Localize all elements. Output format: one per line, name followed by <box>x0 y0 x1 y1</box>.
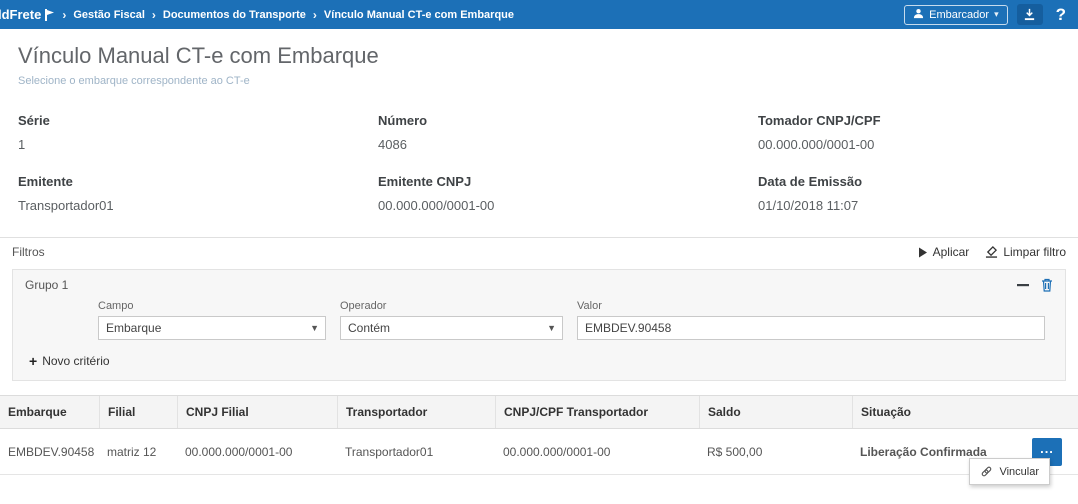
user-menu-label: Embarcador <box>929 9 989 21</box>
field-serie: Série 1 <box>18 113 378 152</box>
help-button[interactable]: ? <box>1052 5 1070 25</box>
cell-embarque: EMBDEV.90458 <box>0 445 99 459</box>
clear-filter-button[interactable]: Limpar filtro <box>985 245 1066 259</box>
link-icon <box>980 465 993 478</box>
breadcrumb-item[interactable]: Gestão Fiscal <box>73 9 145 21</box>
minus-icon <box>1017 283 1029 287</box>
trash-icon <box>1041 278 1053 292</box>
field-emitente-cnpj: Emitente CNPJ 00.000.000/0001-00 <box>378 174 758 213</box>
field-label: Número <box>378 113 758 128</box>
field-value: 00.000.000/0001-00 <box>758 137 1060 152</box>
cell-saldo: R$ 500,00 <box>699 445 852 459</box>
page-title: Vínculo Manual CT-e com Embarque <box>18 43 1078 69</box>
collapse-group-button[interactable] <box>1017 283 1029 287</box>
eraser-icon <box>985 246 998 258</box>
campo-control: Campo Embarque ▼ <box>98 300 326 340</box>
valor-label: Valor <box>577 300 1045 312</box>
cell-cnpj-filial: 00.000.000/0001-00 <box>177 445 337 459</box>
column-header[interactable]: Embarque <box>0 396 99 428</box>
apply-filter-button[interactable]: Aplicar <box>918 245 970 259</box>
user-icon <box>913 8 924 22</box>
breadcrumb-item[interactable]: Vínculo Manual CT-e com Embarque <box>324 9 514 21</box>
column-header[interactable]: CNPJ Filial <box>177 396 337 428</box>
chevron-down-icon: ▼ <box>310 323 319 333</box>
filters-bar: Filtros Aplicar Limpar filtro <box>0 237 1078 265</box>
field-value: Transportador01 <box>18 198 378 213</box>
topbar-actions: Embarcador ▾ ? <box>904 4 1070 25</box>
column-header[interactable]: Filial <box>99 396 177 428</box>
operador-control: Operador Contém ▼ <box>340 300 563 340</box>
download-icon <box>1023 8 1036 21</box>
filter-group-panel: Grupo 1 Campo Embarque ▼ Operador <box>12 269 1066 381</box>
filter-group-header: Grupo 1 <box>13 270 1065 294</box>
app-logo-text: ldFrete <box>0 7 41 22</box>
chevron-right-icon: › <box>313 8 317 22</box>
field-emitente: Emitente Transportador01 <box>18 174 378 213</box>
breadcrumb-item[interactable]: Documentos do Transporte <box>163 9 306 21</box>
cell-filial: matriz 12 <box>99 445 177 459</box>
field-data-emissao: Data de Emissão 01/10/2018 11:07 <box>758 174 1060 213</box>
play-icon <box>918 247 928 258</box>
column-header[interactable]: Saldo <box>699 396 852 428</box>
vincular-menu-item[interactable]: Vincular <box>969 458 1050 485</box>
field-label: Tomador CNPJ/CPF <box>758 113 1060 128</box>
cell-cnpj-transportador: 00.000.000/0001-00 <box>495 445 699 459</box>
campo-label: Campo <box>98 300 326 312</box>
flag-icon <box>44 9 54 21</box>
breadcrumb: › Gestão Fiscal › Documentos do Transpor… <box>62 8 904 22</box>
filter-criteria-row: Campo Embarque ▼ Operador Contém ▼ Valor <box>13 294 1065 342</box>
page: ldFrete › Gestão Fiscal › Documentos do … <box>0 0 1078 504</box>
chevron-right-icon: › <box>62 8 66 22</box>
delete-group-button[interactable] <box>1041 278 1053 292</box>
valor-input[interactable] <box>577 316 1045 340</box>
valor-control: Valor <box>577 300 1053 340</box>
field-numero: Número 4086 <box>378 113 758 152</box>
column-header[interactable]: CNPJ/CPF Transportador <box>495 396 699 428</box>
download-button[interactable] <box>1017 4 1043 25</box>
apply-filter-label: Aplicar <box>933 245 970 259</box>
filter-group-title: Grupo 1 <box>25 278 68 292</box>
table-row[interactable]: EMBDEV.90458 matriz 12 00.000.000/0001-0… <box>0 429 1078 475</box>
field-label: Emitente CNPJ <box>378 174 758 189</box>
campo-select[interactable]: Embarque ▼ <box>98 316 326 340</box>
field-value: 1 <box>18 137 378 152</box>
filters-title: Filtros <box>12 245 45 259</box>
operador-label: Operador <box>340 300 563 312</box>
column-header[interactable]: Transportador <box>337 396 495 428</box>
topbar: ldFrete › Gestão Fiscal › Documentos do … <box>0 0 1078 29</box>
operador-selected-value: Contém <box>348 321 390 335</box>
field-label: Série <box>18 113 378 128</box>
page-subtitle: Selecione o embarque correspondente ao C… <box>18 75 1078 87</box>
chevron-down-icon: ▼ <box>547 323 556 333</box>
chevron-down-icon: ▾ <box>994 9 999 20</box>
campo-selected-value: Embarque <box>106 321 161 335</box>
cte-details: Série 1 Número 4086 Tomador CNPJ/CPF 00.… <box>0 97 1078 237</box>
filter-group-actions <box>1017 278 1053 292</box>
table-header: Embarque Filial CNPJ Filial Transportado… <box>0 395 1078 429</box>
add-criteria-button[interactable]: + Novo critério <box>13 342 1065 380</box>
vincular-label: Vincular <box>999 466 1039 478</box>
cell-transportador: Transportador01 <box>337 445 495 459</box>
field-label: Emitente <box>18 174 378 189</box>
chevron-right-icon: › <box>152 8 156 22</box>
page-header: Vínculo Manual CT-e com Embarque Selecio… <box>0 29 1078 97</box>
column-header[interactable]: Situação <box>852 396 1078 428</box>
field-label: Data de Emissão <box>758 174 1060 189</box>
field-tomador-cnpj: Tomador CNPJ/CPF 00.000.000/0001-00 <box>758 113 1060 152</box>
user-menu-button[interactable]: Embarcador ▾ <box>904 5 1007 25</box>
field-value: 01/10/2018 11:07 <box>758 198 1060 213</box>
add-criteria-label: Novo critério <box>42 354 109 368</box>
app-logo[interactable]: ldFrete <box>0 7 54 22</box>
filters-actions: Aplicar Limpar filtro <box>918 245 1066 259</box>
clear-filter-label: Limpar filtro <box>1003 245 1066 259</box>
plus-icon: + <box>29 356 37 366</box>
field-value: 4086 <box>378 137 758 152</box>
field-value: 00.000.000/0001-00 <box>378 198 758 213</box>
operador-select[interactable]: Contém ▼ <box>340 316 563 340</box>
